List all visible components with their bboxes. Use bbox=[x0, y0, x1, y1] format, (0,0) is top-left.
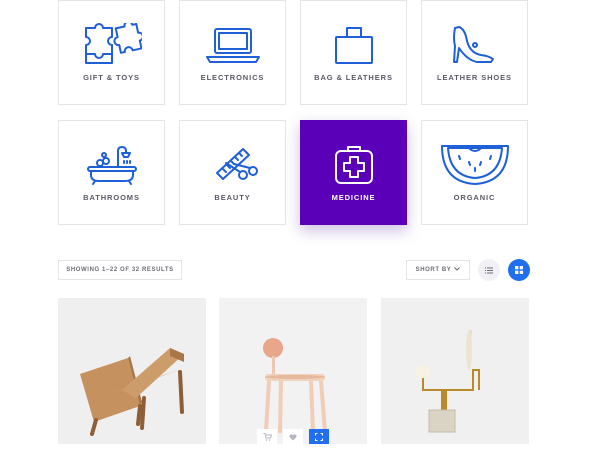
category-label: BATHROOMS bbox=[83, 193, 140, 202]
add-to-cart-button[interactable] bbox=[257, 429, 277, 444]
quick-view-button[interactable] bbox=[309, 429, 329, 444]
comb-scissors-icon bbox=[180, 141, 285, 187]
product-card-lamp[interactable] bbox=[381, 298, 529, 444]
bag-icon bbox=[301, 21, 406, 67]
product-card-bookstand[interactable] bbox=[58, 298, 206, 444]
sort-dropdown[interactable]: SHORT BY bbox=[406, 260, 470, 280]
category-gift-toys[interactable]: GIFT & TOYS bbox=[58, 0, 165, 105]
category-organic[interactable]: ORGANIC bbox=[421, 120, 528, 225]
category-label: ORGANIC bbox=[453, 193, 496, 202]
laptop-icon bbox=[180, 21, 285, 67]
expand-icon bbox=[315, 428, 323, 446]
category-bathrooms[interactable]: BATHROOMS bbox=[58, 120, 165, 225]
results-count: SHOWING 1–22 OF 32 RESULTS bbox=[58, 260, 182, 280]
product-image-lamp bbox=[416, 329, 480, 433]
puzzle-icon bbox=[59, 21, 164, 67]
product-card-chair[interactable] bbox=[219, 298, 367, 444]
category-electronics[interactable]: ELECTRONICS bbox=[179, 0, 286, 105]
sort-label: SHORT BY bbox=[415, 267, 452, 273]
list-view-icon bbox=[485, 261, 493, 279]
category-label: GIFT & TOYS bbox=[83, 73, 140, 82]
grid-view-button[interactable] bbox=[508, 259, 530, 281]
product-image-chair bbox=[263, 338, 327, 434]
chevron-down-icon bbox=[454, 267, 461, 273]
high-heel-shoe-icon bbox=[422, 21, 527, 67]
product-image-bookstand bbox=[80, 348, 184, 436]
category-beauty[interactable]: BEAUTY bbox=[179, 120, 286, 225]
heart-icon bbox=[289, 428, 297, 446]
bathtub-icon bbox=[59, 141, 164, 187]
category-label: MEDICINE bbox=[331, 193, 376, 202]
wishlist-button[interactable] bbox=[283, 429, 303, 444]
cart-icon bbox=[263, 428, 272, 446]
grid-view-icon bbox=[515, 261, 523, 279]
watermelon-icon bbox=[422, 141, 527, 187]
category-label: BEAUTY bbox=[214, 193, 251, 202]
category-label: LEATHER SHOES bbox=[437, 73, 512, 82]
category-leather-shoes[interactable]: LEATHER SHOES bbox=[421, 0, 528, 105]
category-label: BAG & LEATHERS bbox=[314, 73, 393, 82]
category-medicine[interactable]: MEDICINE bbox=[300, 120, 407, 225]
list-view-button[interactable] bbox=[478, 259, 500, 281]
category-bag-leathers[interactable]: BAG & LEATHERS bbox=[300, 0, 407, 105]
category-label: ELECTRONICS bbox=[200, 73, 265, 82]
medical-kit-icon bbox=[301, 141, 406, 187]
